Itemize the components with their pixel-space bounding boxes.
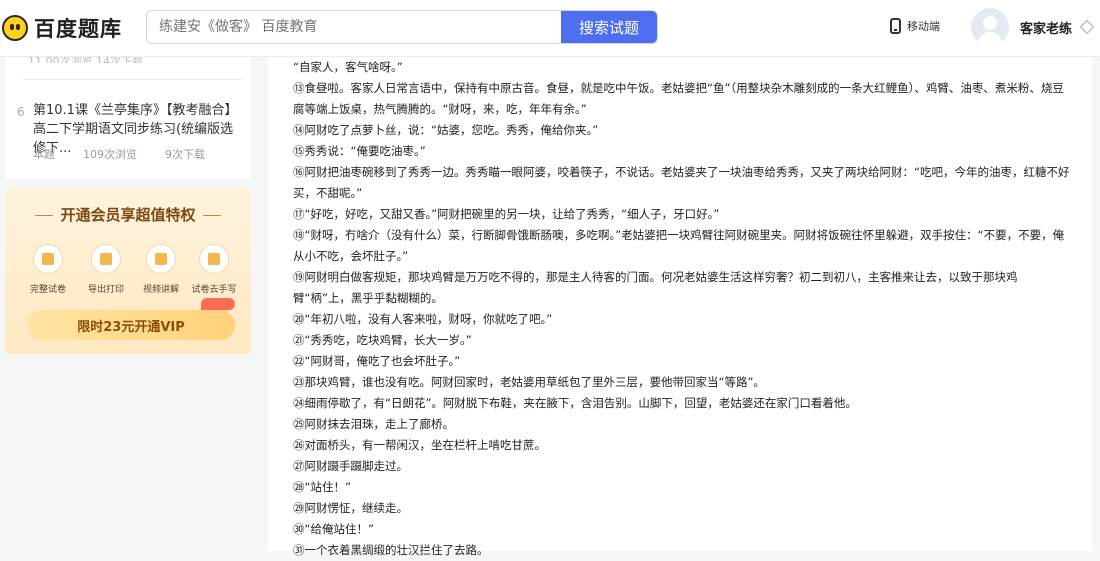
paragraph: ㉒“阿财哥，俺吃了也会坏肚子。”: [293, 354, 461, 368]
paragraph: ㉑“秀秀吃，吃块鸡臂，长大一岁。”: [293, 333, 472, 347]
paragraph: ㉓那块鸡臂，谁也没有吃。阿财回家时，老姑婆用草纸包了里外三层，要他带回家当“等路…: [293, 375, 765, 389]
paragraph: ㉔细雨停歇了，有“日朗花”。阿财脱下布鞋，夹在腋下，含泪告别。山脚下，回望，老姑…: [293, 396, 857, 410]
paragraph: ⑲阿财明白做客规矩，那块鸡臂是万万吃不得的，那是主人待客的门面。何况老姑婆生活这…: [293, 270, 1018, 305]
search-bar: 搜索试题: [146, 10, 658, 44]
paragraph: ㉗阿财蹑手蹑脚走过。: [293, 459, 408, 473]
paragraph: ⑭阿财吃了点萝卜丝，说：“姑婆，您吃。秀秀，俺给你夹。”: [293, 123, 599, 137]
paragraph: ㉘“站住！”: [293, 480, 351, 494]
phone-icon: [890, 18, 901, 34]
clipped-meta-row: 11.00次浏览 14次下载: [28, 57, 143, 63]
title-dash: [202, 215, 221, 216]
feature-export-print[interactable]: 导出打印: [78, 244, 134, 295]
feature-label: 导出打印: [87, 285, 124, 295]
avatar[interactable]: [971, 8, 1009, 46]
item-source: 本题: [33, 148, 55, 161]
eraser-icon: [199, 244, 229, 274]
search-button[interactable]: 搜索试题: [561, 11, 657, 43]
paragraph: ㉚“给俺站住！”: [293, 522, 374, 536]
video-icon: [146, 244, 176, 274]
promo-tag: [201, 298, 235, 310]
related-list: 11.00次浏览 14次下载 6 第10.1课《兰亭集序》【教考融合】高二下学期…: [5, 57, 251, 179]
feature-remove-handwriting[interactable]: 试卷去手写: [186, 244, 242, 295]
vip-title: 开通会员享超值特权: [5, 204, 251, 225]
paragraph: ⑰“好吃，好吃，又甜又香。”阿财把碗里的另一块，让给了秀秀，“细人子，牙口好。”: [293, 207, 720, 221]
username[interactable]: 客家老练: [1020, 18, 1072, 37]
paragraph: ⑯阿财把油枣碗移到了秀秀一边。秀秀瞄一眼阿婆，咬着筷子，不说话。老姑婆夹了一块油…: [293, 165, 1070, 200]
search-input[interactable]: [147, 11, 563, 43]
paragraph: ⑳“年初八啦，没有人客来啦，财呀，你就吃了吧。”: [293, 312, 553, 326]
feature-label: 试卷去手写: [191, 285, 237, 295]
feature-label: 视频讲解: [142, 285, 179, 295]
logo-mark-icon: [2, 15, 28, 41]
paragraph: “自家人，客气啥呀。”: [293, 60, 403, 74]
feature-label: 完整试卷: [29, 285, 66, 295]
vip-title-text: 开通会员享超值特权: [60, 206, 196, 224]
paragraph: ㉙阿财愣怔，继续走。: [293, 501, 408, 515]
diamond-icon: [1079, 19, 1095, 35]
mobile-link[interactable]: 移动端: [890, 18, 940, 34]
printer-icon: [91, 244, 121, 274]
logo-text: 百度题库: [34, 17, 122, 41]
paragraph: ㉕阿财抹去泪珠，走上了廊桥。: [293, 417, 454, 431]
document-icon: [33, 244, 63, 274]
feature-video[interactable]: 视频讲解: [133, 244, 189, 295]
mobile-label: 移动端: [907, 20, 940, 33]
article-content: “自家人，客气啥呀。” ⑬食昼啦。客家人日常言语中，保持有中原古音。食昼，就是吃…: [268, 57, 1092, 557]
paragraph: ⑮秀秀说：“俺要吃油枣。”: [293, 144, 426, 158]
divider: [22, 79, 244, 80]
paragraph: ⑱“财呀，冇啥介（没有什么）菜，行断脚骨饿断肠噢，多吃啊。”老姑婆把一块鸡臂往阿…: [293, 228, 1065, 263]
related-item-meta: 本题 109次浏览 9次下载: [33, 146, 205, 162]
vip-promo-card: 开通会员享超值特权 完整试卷 导出打印 视频讲解 试卷去手写 限时23元开通VI…: [5, 188, 251, 354]
title-dash: [35, 215, 54, 216]
paragraph: ㉖对面桥头，有一帮闲汉，坐在栏杆上啃吃甘蔗。: [293, 438, 546, 452]
top-header: 百度题库 搜索试题 移动端 客家老练: [0, 0, 1100, 57]
list-rank: 6: [17, 105, 25, 119]
item-downloads: 9次下载: [165, 148, 205, 161]
feature-complete-paper[interactable]: 完整试卷: [20, 244, 76, 295]
paragraph: ⑬食昼啦。客家人日常言语中，保持有中原古音。食昼，就是吃中午饭。老姑婆把“鱼”（…: [293, 81, 1064, 116]
open-vip-button[interactable]: 限时23元开通VIP: [27, 310, 235, 340]
item-views: 109次浏览: [83, 148, 137, 161]
logo[interactable]: 百度题库: [0, 10, 122, 46]
